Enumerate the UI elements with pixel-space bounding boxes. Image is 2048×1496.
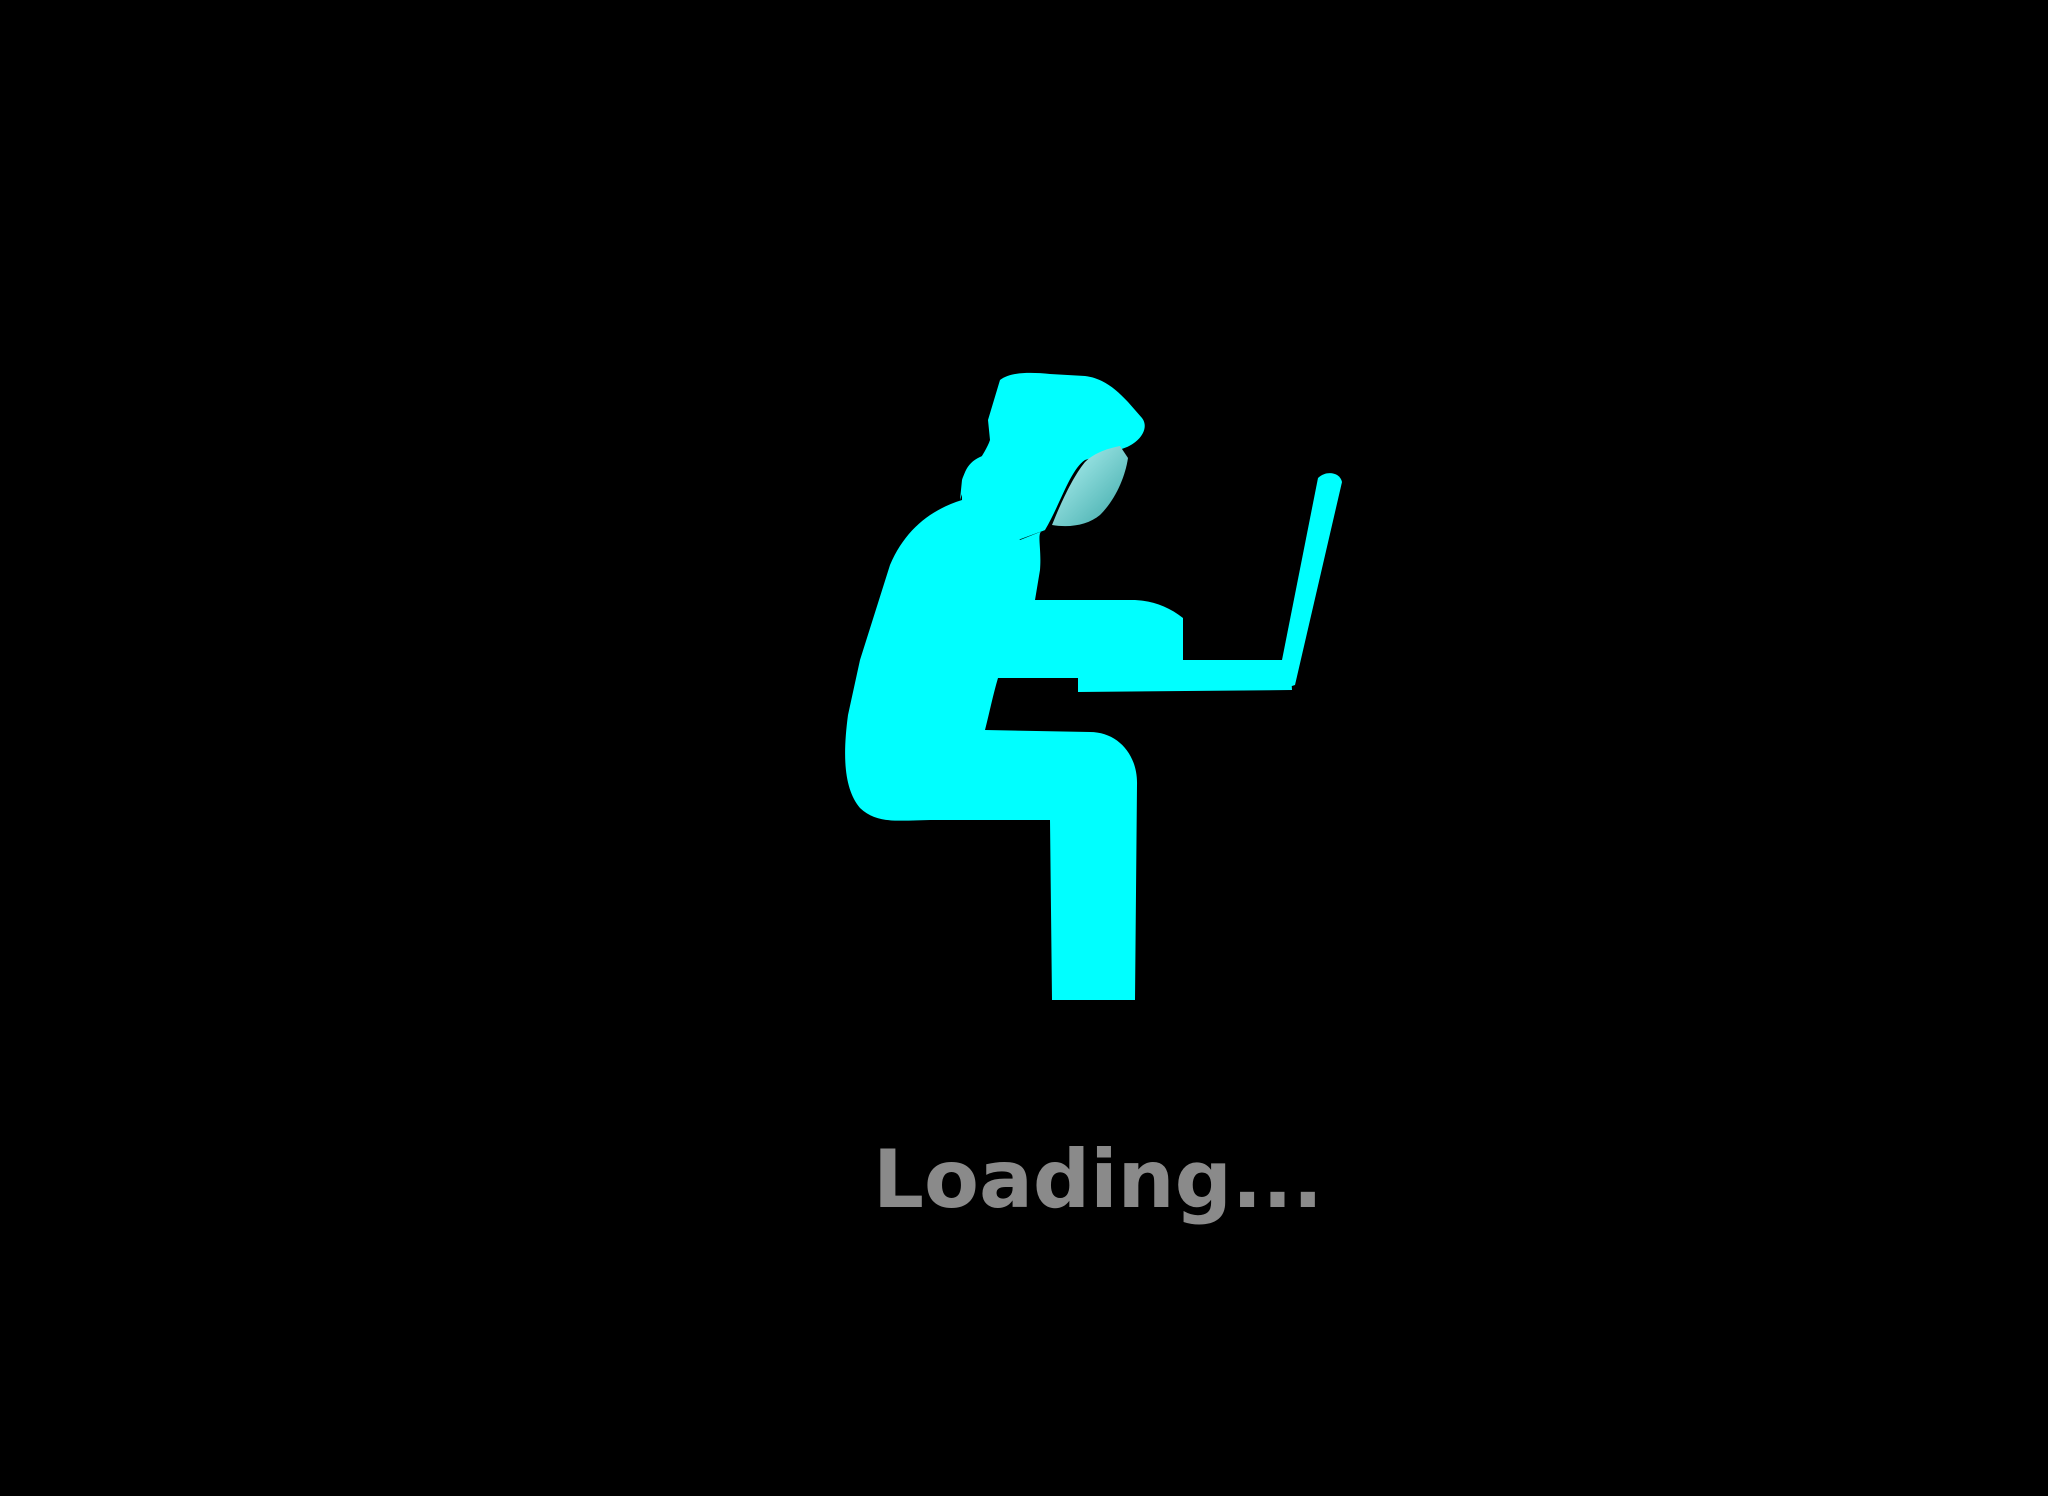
person-with-laptop-icon: [845, 372, 1342, 1000]
laptop-base: [1078, 660, 1292, 692]
loading-screen: Loading...: [0, 0, 2048, 1496]
loading-label: Loading...: [873, 1133, 1323, 1226]
laptop-screen: [1280, 473, 1342, 690]
body-shape: [845, 455, 1183, 1000]
